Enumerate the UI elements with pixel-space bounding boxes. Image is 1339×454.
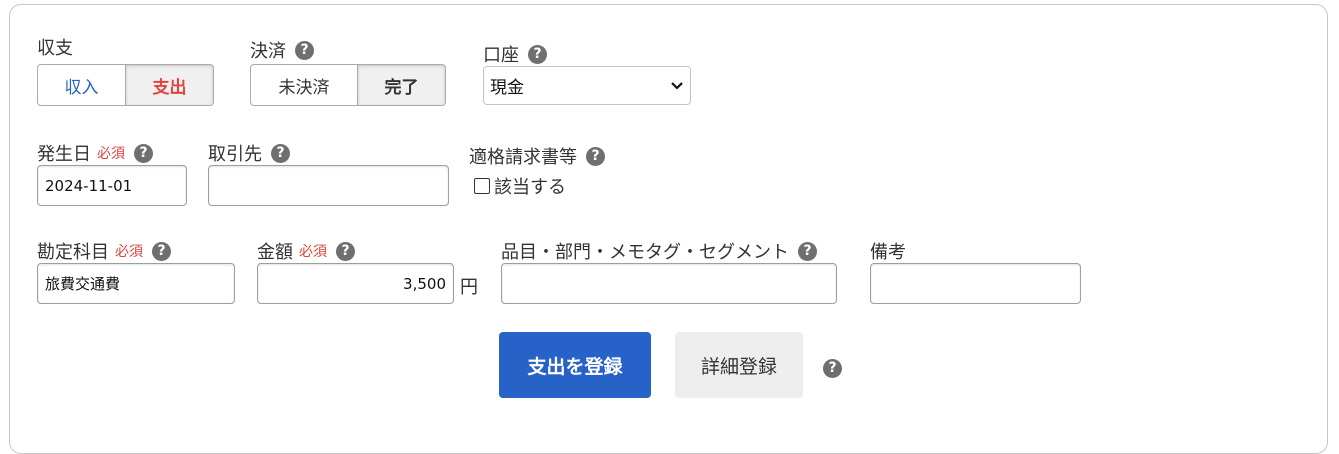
tags-input[interactable] bbox=[501, 263, 837, 304]
account-select[interactable]: 現金 bbox=[483, 66, 691, 105]
chevron-down-icon bbox=[671, 81, 683, 90]
partner-input[interactable] bbox=[208, 165, 449, 206]
account-label: 口座 ? bbox=[483, 41, 547, 67]
amount-required-badge: 必須 bbox=[299, 244, 327, 260]
detail-register-button[interactable]: 詳細登録 bbox=[675, 332, 803, 398]
balance-toggle: 収入 支出 bbox=[37, 64, 214, 106]
settlement-toggle: 未決済 完了 bbox=[250, 64, 446, 106]
tags-label: 品目・部門・メモタグ・セグメント ? bbox=[501, 238, 817, 264]
settlement-label: 決済 ? bbox=[250, 37, 314, 63]
date-input[interactable]: 2024-11-01 bbox=[37, 165, 187, 206]
account-item-input[interactable]: 旅費交通費 bbox=[37, 263, 235, 304]
actions-help-icon[interactable]: ? bbox=[823, 358, 842, 378]
settlement-help-icon[interactable]: ? bbox=[295, 40, 314, 60]
partner-help-icon[interactable]: ? bbox=[271, 143, 290, 163]
partner-label: 取引先 ? bbox=[208, 140, 290, 166]
note-label: 備考 bbox=[870, 242, 906, 263]
balance-label: 収支 bbox=[37, 38, 73, 59]
tags-help-icon[interactable]: ? bbox=[798, 241, 817, 261]
invoice-checkbox-label: 該当する bbox=[494, 177, 566, 198]
amount-input[interactable]: 3,500 bbox=[257, 263, 454, 304]
invoice-checkbox-row[interactable]: 該当する bbox=[474, 173, 566, 199]
account-item-label: 勘定科目 必須 ? bbox=[37, 238, 171, 264]
account-item-required-badge: 必須 bbox=[115, 244, 143, 260]
account-help-icon[interactable]: ? bbox=[528, 44, 547, 64]
amount-help-icon[interactable]: ? bbox=[336, 241, 355, 261]
submit-expense-button[interactable]: 支出を登録 bbox=[499, 332, 651, 398]
invoice-label: 適格請求書等 ? bbox=[469, 143, 605, 169]
actions-help: ? bbox=[814, 356, 842, 378]
income-option[interactable]: 収入 bbox=[38, 65, 125, 105]
amount-label: 金額 必須 ? bbox=[257, 238, 355, 264]
invoice-help-icon[interactable]: ? bbox=[586, 146, 605, 166]
unsettled-option[interactable]: 未決済 bbox=[251, 65, 357, 105]
date-required-badge: 必須 bbox=[97, 146, 125, 162]
invoice-checkbox[interactable] bbox=[474, 178, 490, 194]
expense-option[interactable]: 支出 bbox=[125, 65, 213, 105]
note-input[interactable] bbox=[870, 263, 1081, 304]
date-help-icon[interactable]: ? bbox=[134, 143, 153, 163]
settled-option[interactable]: 完了 bbox=[356, 65, 445, 105]
amount-unit: 円 bbox=[460, 277, 478, 298]
account-item-help-icon[interactable]: ? bbox=[152, 241, 171, 261]
date-label: 発生日 必須 ? bbox=[37, 140, 153, 166]
